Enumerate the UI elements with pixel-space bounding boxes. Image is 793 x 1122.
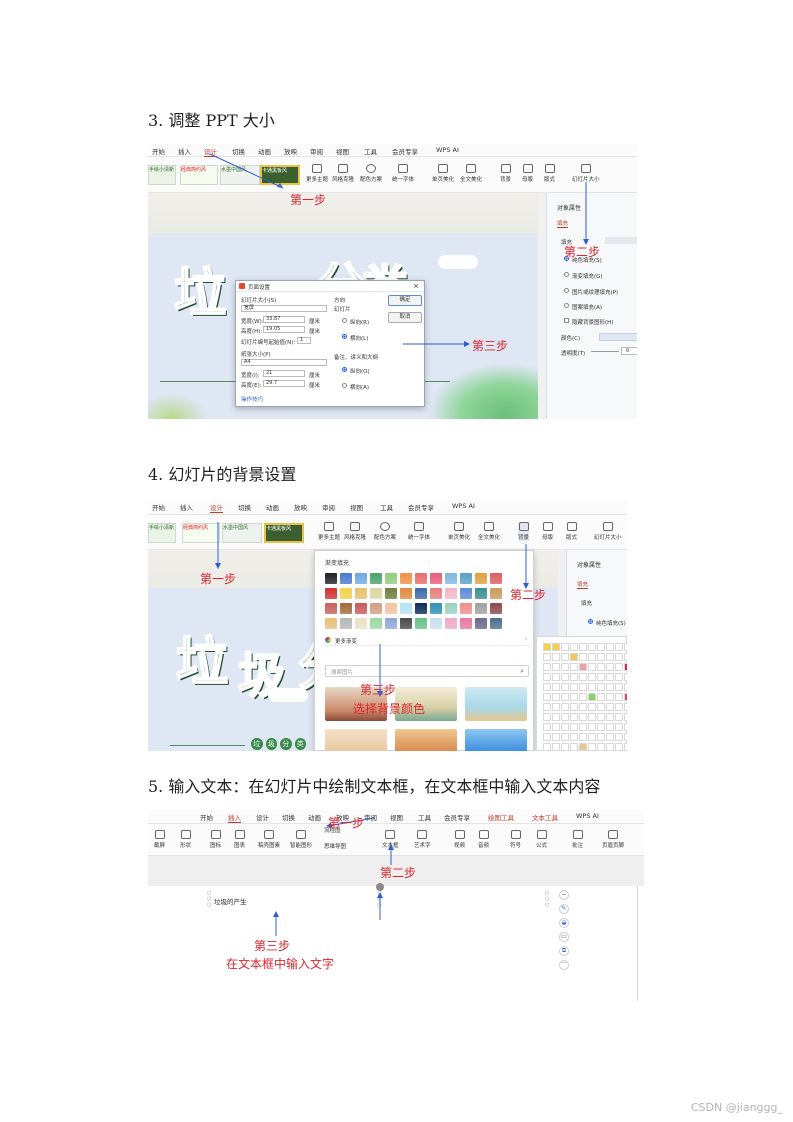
section-heading-4: 4. 幻灯片的背景设置 [148,465,297,484]
arrow-head [388,844,394,850]
step-1-label: 第一步 [200,572,237,586]
step-2-label: 第二步 [564,245,601,259]
step-3-label: 第三步 [472,339,509,353]
step-3-label: 第三步 [254,939,291,953]
arrow-head [377,892,383,898]
section-heading-3: 3. 调整 PPT 大小 [148,111,275,130]
step-3-sublabel: 在文本框中输入文字 [226,957,335,971]
arrow-head [215,563,221,569]
step-3-label: 第三步 [360,683,397,697]
arrow-line [209,153,284,189]
section-heading-5: 5. 输入文本：在幻灯片中绘制文本框，在文本框中输入文本内容 [148,777,601,796]
arrow-head [273,911,279,917]
step-1-label: 第一步 [328,816,365,830]
step-3-sublabel: 选择背景颜色 [353,702,426,716]
screenshot-background-setting: 开始 插入 设计 切换 动画 放映 审阅 视图 工具 会员专享 WPS AI 手… [148,500,627,751]
annotation-arrows [273,817,394,936]
step-1-label: 第一步 [290,193,327,207]
watermark: CSDN @jianggg_ [690,1101,783,1114]
step-2-label: 第二步 [510,588,547,602]
screenshot-insert-textbox: 开始 插入 设计 切换 动画 放映 审阅 视图 工具 会员专享 绘图工具 文本工… [148,810,644,1001]
arrow-head [464,341,470,347]
annotation-arrows [209,153,589,347]
screenshot-page-setup: 开始 插入 设计 切换 动画 放映 审阅 视图 工具 会员专享 WPS AI 手… [148,144,637,419]
step-2-label: 第二步 [380,866,417,880]
